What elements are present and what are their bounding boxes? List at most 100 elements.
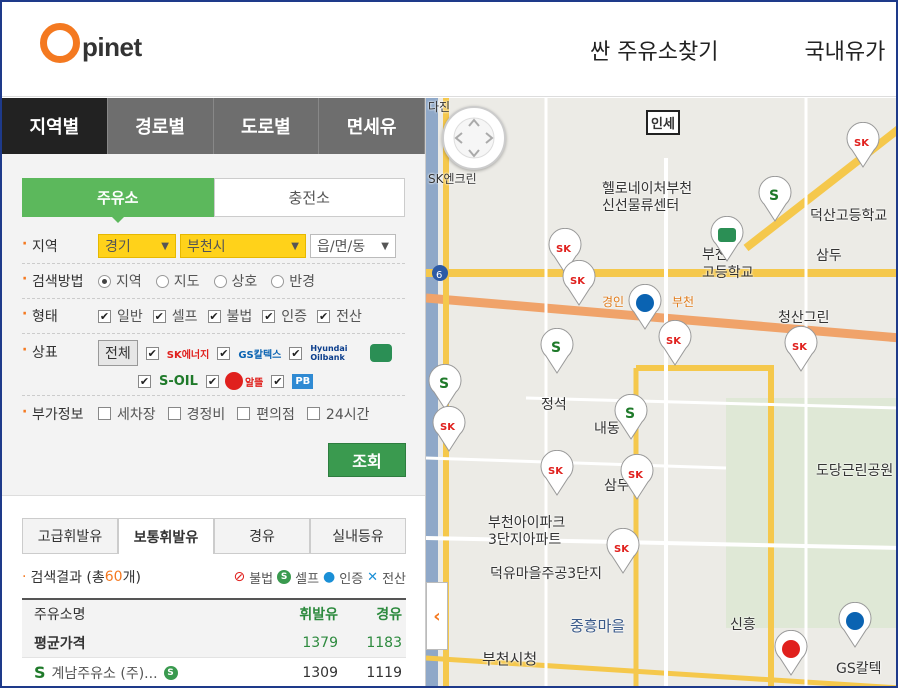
checkbox-icon: ✔ <box>205 374 219 388</box>
altteul-icon <box>224 372 243 390</box>
brand-altteul[interactable]: ✔ 알뜰 <box>205 367 263 395</box>
tab-diesel[interactable]: 경유 <box>214 518 310 554</box>
panel-collapse-button[interactable]: ‹ <box>426 582 448 650</box>
brand-sk[interactable]: ✔ SK에너지 <box>145 339 209 367</box>
district-select[interactable]: 읍/면/동 ▼ <box>310 234 396 258</box>
map-label-cheongsan-green: 청산그린 <box>778 310 830 326</box>
city-select[interactable]: 부천시 ▼ <box>180 234 306 258</box>
map-pan-control[interactable] <box>442 106 506 170</box>
tab-premium-gasoline[interactable]: 고급휘발유 <box>22 518 118 554</box>
sk-station-pin[interactable]: SK <box>844 122 882 168</box>
checkbox-icon <box>98 407 111 420</box>
sk-station-pin[interactable]: SK <box>560 260 598 306</box>
soil-station-pin[interactable]: S <box>612 394 650 440</box>
average-gasoline: 1379 <box>302 634 338 651</box>
extra-24h-label: 24시간 <box>325 406 370 423</box>
soil-station-pin[interactable]: S <box>538 328 576 374</box>
logo-text: pinet <box>82 32 142 62</box>
tab-kerosene[interactable]: 실내등유 <box>310 518 406 554</box>
all-brands-button[interactable]: 전체 <box>98 340 138 366</box>
tab-region[interactable]: 지역별 <box>2 98 108 154</box>
map-label-sk-encleen: SK엔크린 <box>428 172 477 186</box>
tab-charging-station[interactable]: 충전소 <box>213 178 405 217</box>
sk-station-pin[interactable]: SK <box>656 320 694 366</box>
checkbox-icon: ✔ <box>138 374 151 388</box>
method-radius[interactable]: 반경 <box>271 271 315 291</box>
type-label: 형태 <box>22 306 98 326</box>
extra-maintenance-label: 경정비 <box>186 406 226 423</box>
svg-text:SK: SK <box>614 544 630 555</box>
checkbox-icon: ✔ <box>271 374 285 388</box>
station-cell: S 계남주유소 (주)... S <box>34 663 264 683</box>
city-value: 부천시 <box>187 239 226 255</box>
type-general[interactable]: ✔ 일반 <box>98 306 143 326</box>
nav-domestic-price[interactable]: 국내유가 <box>804 34 885 66</box>
method-map[interactable]: 지도 <box>155 271 200 291</box>
tab-route[interactable]: 경로별 <box>107 98 214 154</box>
chevron-left-icon: ‹ <box>433 605 441 627</box>
dropdown-arrow-icon: ▼ <box>381 240 389 252</box>
map-view[interactable]: 6 헬로네이처부천 신선물류센터 덕산고등학교 삼두 고등학교 부천 경인 부천… <box>426 98 896 686</box>
soil-station-pin[interactable]: S <box>426 364 464 410</box>
col-station-name: 주유소명 <box>34 607 86 623</box>
type-certified[interactable]: ✔ 인증 <box>262 306 307 326</box>
legend-illegal: 불법 <box>249 571 274 587</box>
search-button[interactable]: 조회 <box>328 443 406 477</box>
nav-cheap-station[interactable]: 싼 주유소찾기 <box>590 34 718 66</box>
brand-soil[interactable]: ✔ S-OIL <box>138 367 198 395</box>
type-certified-label: 인증 <box>281 309 308 325</box>
map-label-city-hall: 부천시청 <box>482 650 538 668</box>
svg-text:SK: SK <box>628 470 644 481</box>
table-row[interactable]: S 계남주유소 (주)... S 1309 1119 <box>22 658 406 686</box>
brand-gs[interactable]: ✔ GS칼텍스 <box>217 339 281 367</box>
top-nav: 싼 주유소찾기 국내유가 <box>590 34 885 66</box>
hyundai-oilbank-icon <box>370 344 393 362</box>
method-row: 검색방법 지역 지도 상호 반경 <box>22 264 405 299</box>
extra-label: 부가정보 <box>22 404 98 424</box>
svg-text:SK: SK <box>792 342 808 353</box>
extra-maintenance[interactable]: 경정비 <box>167 404 226 424</box>
svg-text:SK: SK <box>548 466 564 477</box>
type-self[interactable]: ✔ 셀프 <box>152 306 198 326</box>
result-summary: · 검색결과 (총 60 개) ⊘ 불법 S 셀프 ● 인증 ✕ 전산 <box>22 567 406 587</box>
radio-icon <box>271 274 285 288</box>
tab-tax-free[interactable]: 면세유 <box>319 98 425 154</box>
brand-pb[interactable]: ✔ PB <box>271 367 314 395</box>
pb-logo: PB <box>292 373 314 389</box>
checkbox-icon <box>306 407 320 420</box>
result-legend: ⊘ 불법 S 셀프 ● 인증 ✕ 전산 <box>233 568 406 587</box>
method-name[interactable]: 상호 <box>213 271 257 291</box>
dropdown-arrow-icon: ▼ <box>291 240 299 252</box>
method-region[interactable]: 지역 <box>98 271 142 291</box>
brand-hyundai[interactable]: ✔ Hyundai Oilbank <box>289 339 362 367</box>
soil-station-pin[interactable]: S <box>756 176 794 222</box>
tab-road[interactable]: 도로별 <box>213 98 320 154</box>
province-select[interactable]: 경기 ▼ <box>98 234 176 258</box>
sk-station-pin[interactable]: SK <box>782 326 820 372</box>
province-value: 경기 <box>105 239 131 255</box>
type-computer[interactable]: ✔ 전산 <box>317 306 362 326</box>
radio-icon <box>213 274 227 288</box>
tab-gas-station[interactable]: 주유소 <box>22 178 214 223</box>
sk-station-pin[interactable]: SK <box>604 528 642 574</box>
map-label-deokyu: 덕유마을주공3단지 <box>490 566 602 582</box>
extra-store[interactable]: 편의점 <box>237 404 295 424</box>
svg-text:SK: SK <box>854 138 870 149</box>
opinet-logo[interactable]: pinet <box>40 22 142 63</box>
gs-station-pin[interactable] <box>836 602 874 648</box>
sk-station-pin[interactable]: SK <box>618 454 656 500</box>
type-illegal[interactable]: ✔ 불법 <box>207 306 252 326</box>
road-number: 6 <box>436 270 442 281</box>
tab-regular-gasoline[interactable]: 보통휘발유 <box>118 518 214 554</box>
extra-carwash[interactable]: 세차장 <box>98 404 156 424</box>
checkbox-icon: ✔ <box>317 309 331 323</box>
extra-24h[interactable]: 24시간 <box>306 404 370 424</box>
sk-station-pin[interactable]: SK <box>430 406 468 452</box>
station-gasoline: 1309 <box>302 664 338 681</box>
map-label-dodang-park: 도당근린공원 <box>816 463 894 479</box>
hyundai-station-pin[interactable] <box>708 216 746 262</box>
svg-text:SK: SK <box>570 276 586 287</box>
altteul-station-pin[interactable] <box>772 630 810 676</box>
map-label-bucheon-road: 부천 <box>672 295 695 309</box>
sk-station-pin[interactable]: SK <box>538 450 576 496</box>
